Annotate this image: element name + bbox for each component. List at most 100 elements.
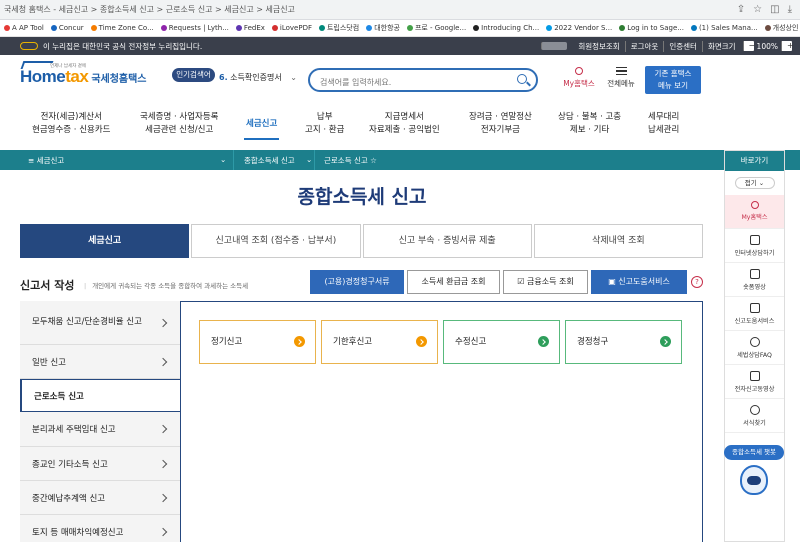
chevron-down-icon[interactable]: ⌄ — [306, 155, 312, 164]
amended-filing-card[interactable]: 수정신고 — [443, 320, 560, 364]
person-icon — [575, 67, 583, 75]
filing-help-service-button[interactable]: ▣ 신고도움서비스 — [591, 270, 687, 294]
regular-filing-card[interactable]: 정기신고 — [199, 320, 316, 364]
my-hometax-button[interactable]: My홈택스 — [561, 67, 597, 89]
play-icon — [749, 269, 760, 279]
bookmark-star-icon[interactable]: ☆ — [753, 4, 762, 15]
tab-tax-filing[interactable]: 세금신고 — [20, 224, 190, 258]
nav-incentives[interactable]: 장려금 · 연말정산 전자기부금 — [469, 111, 532, 137]
nav-tax-filing[interactable]: 세금신고 — [243, 118, 280, 140]
side-item-prefilled[interactable]: 모두채움 신고/단순경비율 신고 — [20, 301, 180, 345]
chevron-down-icon[interactable]: ⌄ — [290, 73, 297, 82]
arrow-right-icon — [538, 336, 549, 347]
chatbot-mascot-icon[interactable] — [740, 465, 768, 495]
tab-deleted-history[interactable]: 삭제내역 조회 — [533, 224, 703, 258]
quick-find-form[interactable]: 서식찾기 — [725, 399, 784, 433]
zoom-out-button[interactable]: − — [742, 41, 755, 51]
person-icon — [750, 201, 759, 209]
main-navigation: 전자(세금)계산서 현금영수증 · 신용카드 국세증명 · 사업자등록 세금관련 신… — [0, 107, 800, 149]
nav-payment-statement[interactable]: 지급명세서 자료제출 · 공익법인 — [369, 111, 440, 137]
correction-claim-docs-button[interactable]: (고용)경정청구서류 — [310, 270, 404, 294]
section-description: 개인에게 귀속되는 각종 소득을 종합하여 과세하는 소득세 — [84, 280, 248, 290]
browser-address-bar[interactable]: 국세청 홈택스 - 세금신고 > 종합소득세 신고 > 근로소득 신고 > 세금… — [0, 0, 800, 20]
side-item-rental[interactable]: 분리과세 주택임대 신고 — [20, 412, 180, 447]
page-url[interactable]: 국세청 홈택스 - 세금신고 > 종합소득세 신고 > 근로소득 신고 > 세금… — [4, 4, 737, 15]
path-level2[interactable]: 종합소득세 신고 — [244, 155, 295, 166]
quick-online-consult[interactable]: 인터넷상담하기 — [725, 229, 784, 263]
popular-keyword[interactable]: 6. 소득확인증명서 ⌄ — [219, 72, 297, 83]
bookmark-item[interactable]: Introducing Ch... — [473, 24, 539, 32]
bookmark-label: FedEx — [243, 24, 265, 32]
arrow-right-icon — [294, 336, 305, 347]
side-item-general[interactable]: 일반 신고 — [20, 345, 180, 379]
link-logout[interactable]: 로그아웃 — [624, 40, 664, 52]
bookmark-item[interactable]: Concur — [50, 24, 84, 32]
search-icon[interactable] — [517, 74, 527, 84]
bookmark-item[interactable]: Time Zone Co... — [90, 24, 154, 32]
path-level3[interactable]: 근로소득 신고 ☆ — [324, 155, 377, 166]
quick-efiling-video[interactable]: 전자신고동영상 — [725, 365, 784, 399]
quick-fold-button[interactable]: 접기 ⌄ — [734, 177, 775, 189]
financial-income-inquiry-button[interactable]: ☑ 금융소득 조회 — [503, 270, 588, 294]
path-divider — [314, 150, 315, 170]
nav-e-invoice[interactable]: 전자(세금)계산서 현금영수증 · 신용카드 — [32, 111, 111, 137]
help-icon[interactable]: ? — [691, 276, 703, 288]
link-cert-center[interactable]: 인증센터 — [663, 40, 702, 52]
bookmark-item[interactable]: Requests | Lyth... — [160, 24, 229, 32]
bookmark-favicon-icon — [90, 25, 97, 31]
logo-slogan: 언제나 납세자 곁에 — [50, 64, 86, 69]
arrow-right-icon — [416, 336, 427, 347]
bookmark-label: Concur — [58, 24, 84, 32]
quick-faq[interactable]: 세법상담FAQ — [725, 331, 784, 365]
link-member-info[interactable]: 회원정보조회 — [573, 41, 624, 52]
nav-payment[interactable]: 납부 고지 · 환급 — [305, 111, 344, 137]
side-item-interim[interactable]: 중간예납추계액 신고 — [20, 481, 180, 515]
bookmark-label: 2022 Vendor S... — [554, 24, 613, 32]
bookmark-item[interactable]: 대한항공 — [366, 23, 400, 33]
tab-filing-history[interactable]: 신고내역 조회 (접수증 · 납부서) — [191, 224, 361, 258]
user-name-redacted — [541, 42, 568, 50]
zoom-in-button[interactable]: + — [781, 41, 794, 51]
bookmark-item[interactable]: iLovePDF — [271, 24, 312, 32]
bookmark-favicon-icon — [473, 25, 480, 31]
gov-emblem-icon — [20, 42, 38, 50]
chevron-down-icon[interactable]: ⌄ — [220, 155, 226, 164]
search-input[interactable] — [320, 72, 510, 93]
classic-menu-button[interactable]: 기존 홈택스 메뉴 보기 — [645, 66, 701, 94]
all-menu-label: 전체메뉴 — [607, 79, 635, 88]
refund-inquiry-button[interactable]: 소득세 환급금 조회 — [407, 270, 500, 294]
correction-claim-card[interactable]: 경정청구 — [565, 320, 682, 364]
bookmark-item[interactable]: 프로 - Google... — [406, 23, 466, 33]
chevron-right-icon — [158, 527, 168, 536]
bookmark-item[interactable]: Log in to Sage... — [619, 24, 684, 32]
nav-certificates[interactable]: 국세증명 · 사업자등록 세금관련 신청/신고 — [140, 111, 219, 137]
chatbot-button[interactable]: 종합소득세 챗봇 — [724, 445, 784, 460]
share-icon[interactable]: ⇪ — [737, 4, 745, 15]
side-item-religious[interactable]: 종교인 기타소득 신고 — [20, 447, 180, 481]
bookmark-item[interactable]: (1) Sales Mana... — [690, 24, 758, 32]
screen: 국세청 홈택스 - 세금신고 > 종합소득세 신고 > 근로소득 신고 > 세금… — [0, 0, 800, 542]
bookmark-item[interactable]: A AP Tool — [4, 24, 44, 32]
nav-tax-agent[interactable]: 세무대리 납세관리 — [648, 111, 679, 137]
bookmark-item[interactable]: FedEx — [235, 24, 265, 32]
bookmark-label: A AP Tool — [12, 24, 44, 32]
chevron-right-icon — [158, 357, 168, 366]
bookmark-item[interactable]: 트립스닷컴 — [318, 23, 359, 33]
tab-attachments[interactable]: 신고 부속 · 증빙서류 제출 — [362, 224, 532, 258]
hometax-logo[interactable]: 언제나 납세자 곁에 Hometax 국세청홈택스 — [20, 61, 147, 87]
location-bar: ≡ 세금신고 ⌄ 종합소득세 신고 ⌄ 근로소득 신고 ☆ — [0, 150, 800, 170]
quick-filing-help[interactable]: 신고도움서비스 — [725, 297, 784, 331]
bookmark-item[interactable]: 개성상인 Tel:1... — [764, 23, 800, 33]
all-menu-button[interactable]: 전체메뉴 — [604, 67, 638, 89]
side-item-land-sale[interactable]: 토지 등 매매차익예정신고 — [20, 515, 180, 542]
download-icon[interactable]: ⤓ — [788, 4, 792, 15]
bookmark-item[interactable]: 2022 Vendor S... — [546, 24, 612, 32]
late-filing-card[interactable]: 기한후신고 — [321, 320, 438, 364]
side-item-earned-income[interactable]: 근로소득 신고 — [20, 379, 180, 412]
nav-consultation[interactable]: 상담 · 불복 · 고충 제보 · 기타 — [558, 111, 621, 137]
quick-my-hometax[interactable]: My홈택스 — [725, 195, 784, 229]
path-menu[interactable]: ≡ 세금신고 — [28, 155, 64, 166]
popular-keyword-text: 소득확인증명서 — [230, 73, 282, 82]
quick-shortform-video[interactable]: 숏폼영상 — [725, 263, 784, 297]
extension-icon[interactable]: ◫ — [770, 4, 779, 15]
